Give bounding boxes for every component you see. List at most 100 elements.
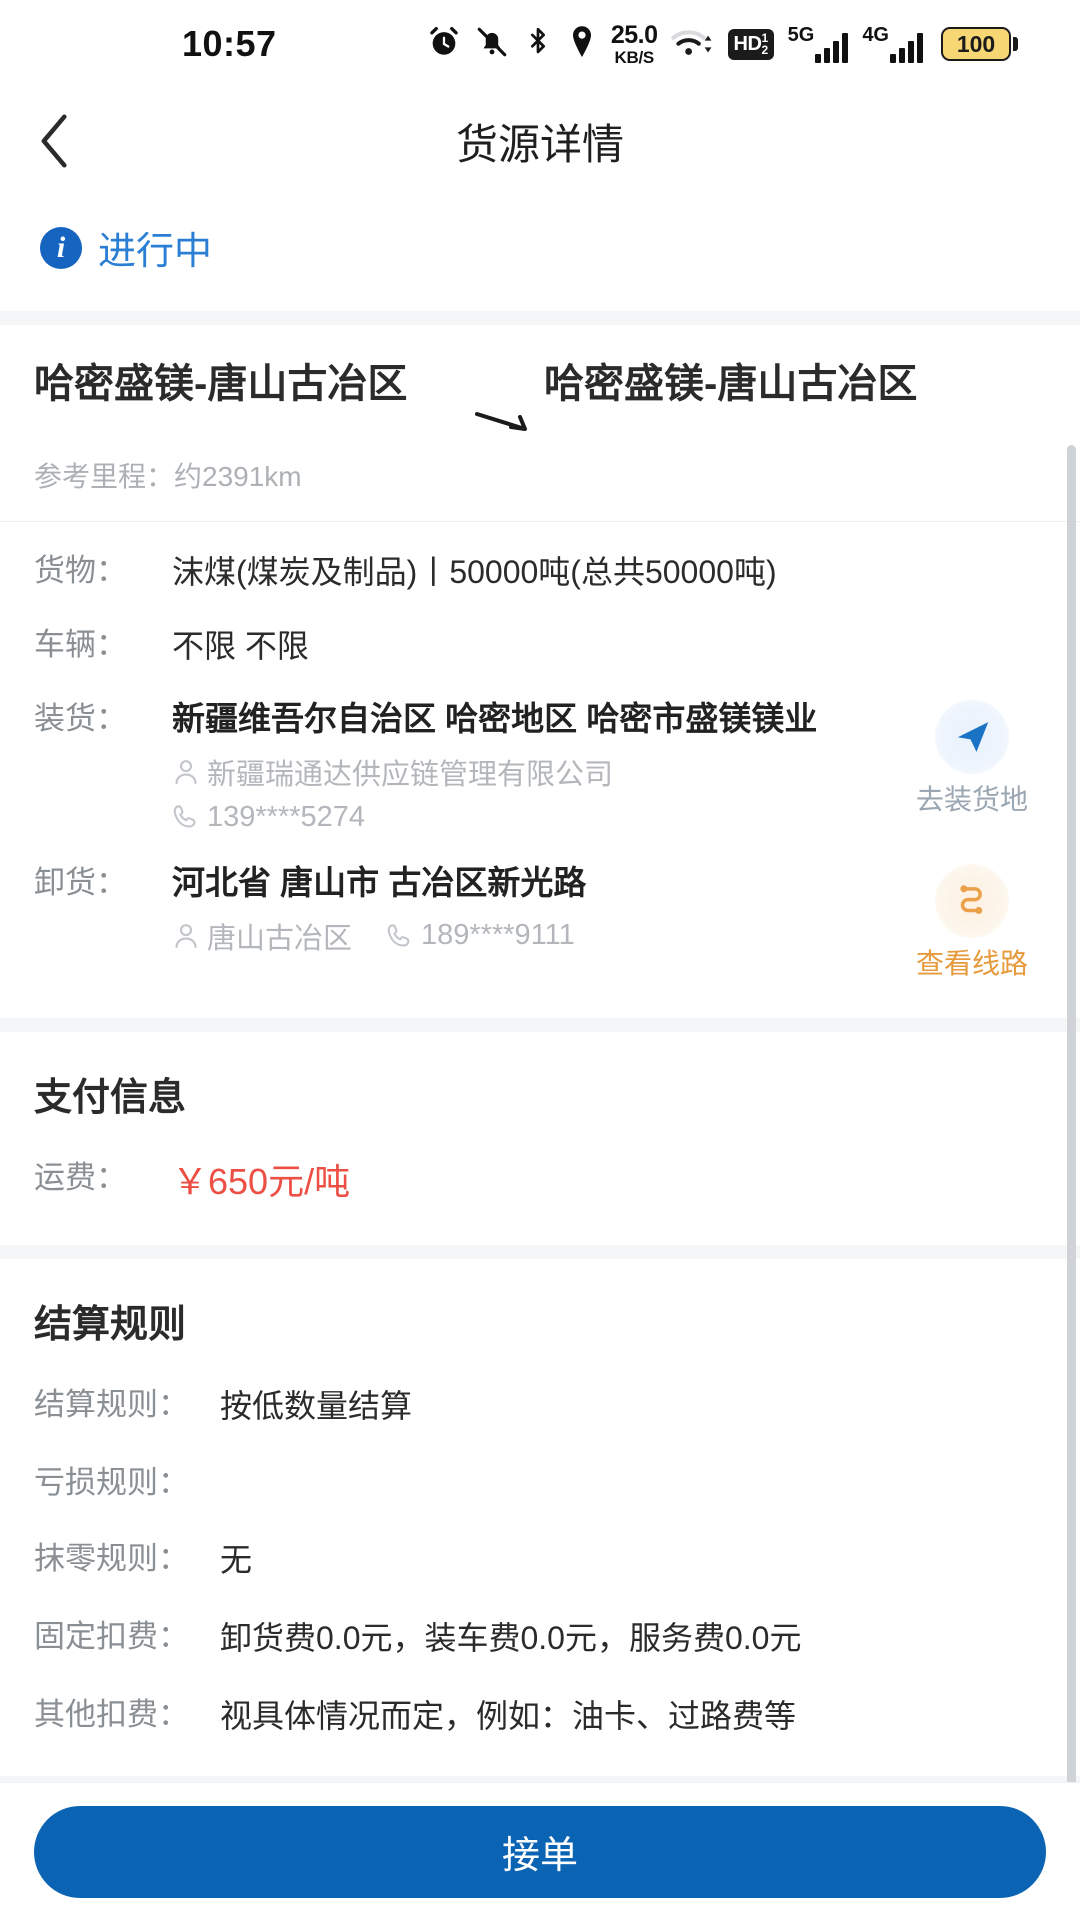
unloading-address-main: 河北省 唐山市 古冶区新光路 唐山古冶区 189****9111 bbox=[172, 860, 898, 957]
other-fee-row: 其他扣费： 视具体情况而定，例如：油卡、过路费等 bbox=[34, 1692, 1046, 1740]
other-fee-value: 视具体情况而定，例如：油卡、过路费等 bbox=[220, 1698, 797, 1735]
phone-icon bbox=[173, 805, 196, 828]
arrow-right-icon bbox=[464, 359, 544, 439]
unloading-label: 卸货： bbox=[34, 864, 127, 900]
person-icon bbox=[175, 759, 197, 784]
signal-5g-icon: 5G bbox=[788, 25, 849, 63]
go-to-loading-button[interactable]: 去装货地 bbox=[898, 696, 1046, 818]
person-icon bbox=[175, 923, 197, 948]
unloading-contact: 唐山古冶区 bbox=[207, 922, 353, 955]
content-scroll-area[interactable]: 哈密盛镁-唐山古冶区 哈密盛镁-唐山古冶区 参考里程：约2391km 货物： 沫… bbox=[0, 325, 1080, 1782]
other-fee-label: 其他扣费： bbox=[34, 1697, 189, 1733]
loading-address: 新疆维吾尔自治区 哈密地区 哈密市盛镁镁业 bbox=[172, 700, 818, 737]
battery-cap bbox=[1013, 37, 1018, 51]
cargo-info-block: 货物： 沫煤(煤炭及制品)丨50000吨(总共50000吨) 车辆： 不限 不限… bbox=[0, 522, 1080, 1018]
go-to-loading-label: 去装货地 bbox=[915, 784, 1028, 815]
mileage-value: 约2391km bbox=[174, 461, 302, 492]
settlement-title: 结算规则 bbox=[34, 1303, 187, 1346]
view-route-label: 查看线路 bbox=[915, 947, 1028, 979]
route-origin: 哈密盛镁-唐山古冶区 bbox=[34, 362, 408, 406]
loading-row: 装货： 新疆维吾尔自治区 哈密地区 哈密市盛镁镁业 新疆瑞通达供应链管理有限公司 bbox=[34, 696, 1046, 834]
payment-title: 支付信息 bbox=[34, 1076, 187, 1119]
vertical-scrollbar[interactable] bbox=[1067, 445, 1076, 1782]
route-line-icon bbox=[935, 863, 1009, 938]
section-divider-3 bbox=[0, 1244, 1080, 1259]
mute-bell-icon bbox=[475, 25, 509, 64]
network-speed-value: 25.0 bbox=[610, 20, 658, 49]
chevron-left-icon bbox=[41, 114, 67, 168]
route-card: 哈密盛镁-唐山古冶区 哈密盛镁-唐山古冶区 参考里程：约2391km 货物： 沫… bbox=[0, 325, 1080, 1018]
loss-rule-label: 亏损规则： bbox=[34, 1464, 189, 1500]
page-title: 货源详情 bbox=[455, 120, 624, 168]
mileage-label: 参考里程： bbox=[34, 461, 175, 492]
payment-section: 支付信息 运费： ￥650元/吨 bbox=[0, 1031, 1080, 1245]
settlement-section: 结算规则 结算规则： 按低数量结算 亏损规则： 抹零规则： 无 固定扣费： 卸货… bbox=[0, 1258, 1080, 1777]
fixed-fee-row: 固定扣费： 卸货费0.0元，装车费0.0元，服务费0.0元 bbox=[34, 1614, 1046, 1662]
bluetooth-icon bbox=[523, 25, 553, 64]
location-icon bbox=[567, 24, 597, 65]
info-icon: i bbox=[40, 226, 82, 269]
route-destination: 哈密盛镁-唐山古冶区 bbox=[544, 362, 918, 406]
view-route-button[interactable]: 查看线路 bbox=[898, 860, 1046, 982]
order-status-label: 进行中 bbox=[98, 231, 213, 273]
phone-icon bbox=[387, 924, 410, 947]
goods-value: 沫煤(煤炭及制品)丨50000吨(总共50000吨) bbox=[172, 554, 777, 590]
loading-contact: 新疆瑞通达供应链管理有限公司 bbox=[207, 758, 614, 791]
loading-address-main: 新疆维吾尔自治区 哈密地区 哈密市盛镁镁业 新疆瑞通达供应链管理有限公司 139… bbox=[172, 696, 898, 834]
unloading-row: 卸货： 河北省 唐山市 古冶区新光路 唐山古冶区 189****9111 查看线… bbox=[34, 860, 1046, 982]
goods-label: 货物： bbox=[34, 553, 127, 588]
fixed-fee-label: 固定扣费： bbox=[34, 1619, 189, 1655]
loading-contact-line: 新疆瑞通达供应链管理有限公司 bbox=[172, 751, 884, 793]
loading-address-row: 新疆维吾尔自治区 哈密地区 哈密市盛镁镁业 新疆瑞通达供应链管理有限公司 139… bbox=[172, 696, 1046, 834]
battery-icon: 100 bbox=[941, 27, 1018, 61]
route-mileage: 参考里程：约2391km bbox=[34, 455, 1046, 495]
vehicle-label: 车辆： bbox=[34, 627, 127, 662]
freight-value: ￥650元/吨 bbox=[172, 1160, 351, 1202]
rounding-rule-row: 抹零规则： 无 bbox=[34, 1536, 1046, 1584]
unloading-address-row: 河北省 唐山市 古冶区新光路 唐山古冶区 189****9111 查看线路 bbox=[172, 860, 1046, 982]
alarm-icon bbox=[427, 25, 461, 64]
goods-row: 货物： 沫煤(煤炭及制品)丨50000吨(总共50000吨) bbox=[34, 548, 1046, 596]
unloading-phone: 189****9111 bbox=[421, 919, 575, 952]
section-divider-4 bbox=[0, 1776, 1080, 1782]
settlement-rule-value: 按低数量结算 bbox=[220, 1387, 413, 1424]
section-divider bbox=[0, 311, 1080, 325]
settlement-rule-row: 结算规则： 按低数量结算 bbox=[34, 1382, 1046, 1430]
unloading-phone-seg[interactable]: 189****9111 bbox=[386, 919, 575, 952]
status-time: 10:57 bbox=[182, 23, 277, 64]
accept-order-button[interactable]: 接单 bbox=[34, 1805, 1046, 1898]
navigation-arrow-icon bbox=[935, 700, 1009, 774]
route-block: 哈密盛镁-唐山古冶区 哈密盛镁-唐山古冶区 参考里程：约2391km bbox=[0, 325, 1080, 522]
freight-row: 运费： ￥650元/吨 bbox=[34, 1155, 1046, 1209]
bottom-action-bar: 接单 bbox=[0, 1782, 1080, 1920]
order-status-row: i 进行中 bbox=[0, 194, 1080, 311]
battery-level: 100 bbox=[941, 27, 1011, 61]
signal-bars-2 bbox=[890, 33, 923, 63]
route-line: 哈密盛镁-唐山古冶区 哈密盛镁-唐山古冶区 bbox=[34, 359, 1046, 439]
section-divider-2 bbox=[0, 1017, 1080, 1032]
hd-icon: HD 1 2 bbox=[727, 28, 774, 60]
unloading-address: 河北省 唐山市 古冶区新光路 bbox=[172, 863, 587, 901]
loading-phone-line[interactable]: 139****5274 bbox=[172, 801, 884, 834]
back-button[interactable] bbox=[0, 88, 110, 194]
vehicle-row: 车辆： 不限 不限 bbox=[34, 622, 1046, 670]
hd-label: HD bbox=[733, 32, 762, 55]
rounding-rule-label: 抹零规则： bbox=[34, 1541, 189, 1577]
unloading-contact-line[interactable]: 唐山古冶区 189****9111 bbox=[172, 915, 884, 957]
loading-phone: 139****5274 bbox=[207, 800, 366, 833]
signal-bars-1 bbox=[815, 33, 849, 63]
sim1-network-label: 5G bbox=[787, 24, 815, 46]
loading-contact-seg: 新疆瑞通达供应链管理有限公司 bbox=[172, 751, 613, 793]
nav-bar: 货源详情 bbox=[0, 88, 1080, 194]
wifi-icon bbox=[670, 25, 714, 64]
signal-4g-icon: 4G bbox=[862, 25, 923, 63]
loss-rule-row: 亏损规则： bbox=[34, 1460, 1046, 1507]
loading-phone-seg[interactable]: 139****5274 bbox=[172, 801, 365, 834]
vehicle-value: 不限 不限 bbox=[172, 628, 309, 664]
network-speed-unit: KB/S bbox=[614, 47, 655, 67]
app-screen: 10:57 25.0 KB/S HD 1 2 5G 4G 100 货源详情 i … bbox=[0, 0, 1080, 1920]
loading-label: 装货： bbox=[34, 701, 127, 736]
unloading-contact-seg: 唐山古冶区 bbox=[172, 915, 352, 957]
rounding-rule-value: 无 bbox=[220, 1542, 253, 1579]
status-bar: 10:57 25.0 KB/S HD 1 2 5G 4G 100 bbox=[0, 0, 1080, 88]
